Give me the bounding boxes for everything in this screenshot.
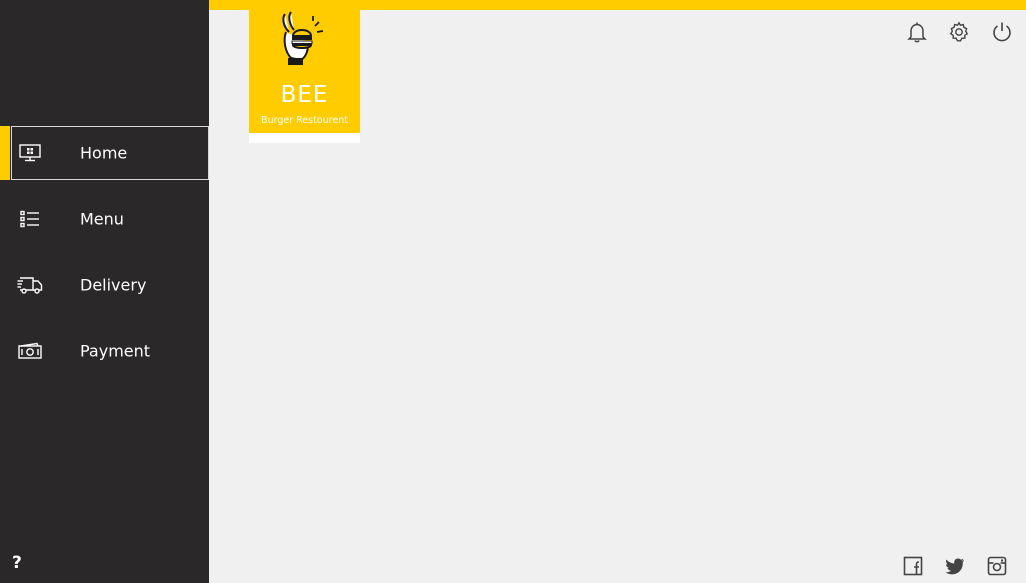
- sidebar: Home Menu Delivery Payment ?: [0, 0, 209, 583]
- monitor-icon: [17, 142, 43, 164]
- help-button[interactable]: ?: [12, 553, 22, 573]
- bell-icon[interactable]: [906, 21, 928, 43]
- brand-logo[interactable]: BEE Burger Restourent: [249, 0, 360, 143]
- instagram-icon[interactable]: [987, 556, 1007, 576]
- cash-icon: [17, 340, 43, 362]
- brand-name: BEE: [280, 82, 329, 108]
- sidebar-item-delivery[interactable]: Delivery: [0, 258, 209, 312]
- hand-holding-burger-icon: [282, 11, 324, 65]
- brand-tagline: Burger Restourent: [261, 115, 348, 126]
- sidebar-item-label: Payment: [80, 341, 151, 361]
- active-indicator: [0, 126, 10, 180]
- sidebar-item-label: Delivery: [80, 275, 147, 295]
- brand-logo-background: BEE Burger Restourent: [249, 0, 360, 133]
- sidebar-item-payment[interactable]: Payment: [0, 324, 209, 378]
- sidebar-item-label: Menu: [80, 209, 124, 229]
- twitter-icon[interactable]: [945, 556, 965, 576]
- delivery-truck-icon: [17, 274, 43, 296]
- list-icon: [17, 208, 43, 230]
- sidebar-item-home[interactable]: Home: [11, 126, 209, 180]
- facebook-icon[interactable]: [903, 556, 923, 576]
- sidebar-item-menu[interactable]: Menu: [0, 192, 209, 246]
- sidebar-item-label: Home: [80, 143, 128, 163]
- gear-icon[interactable]: [948, 21, 970, 43]
- power-icon[interactable]: [991, 21, 1013, 43]
